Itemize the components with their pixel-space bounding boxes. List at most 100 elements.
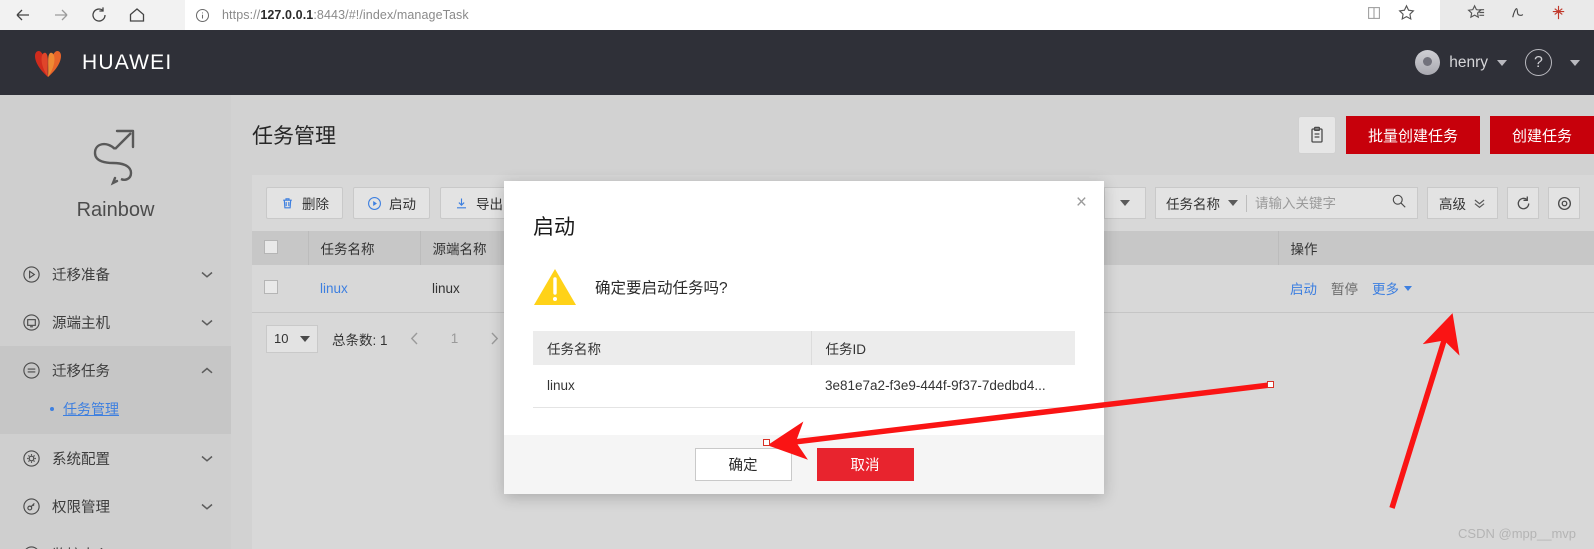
page-size-select[interactable]: 10 xyxy=(266,324,318,353)
create-task-button[interactable]: 创建任务 xyxy=(1489,116,1594,154)
double-chevron-down-icon xyxy=(1474,199,1485,208)
extension-icon[interactable] xyxy=(1549,3,1568,27)
chevron-left-icon xyxy=(410,332,418,345)
advanced-search-button[interactable]: 高级 xyxy=(1427,187,1498,219)
search-divider xyxy=(1246,194,1247,212)
dialog-cell-task-name: linux xyxy=(533,365,811,408)
sidebar-item-label: 迁移准备 xyxy=(52,267,110,284)
pen-icon[interactable] xyxy=(1508,3,1527,27)
chevron-up-icon xyxy=(201,367,213,373)
monitor-circle-icon xyxy=(22,313,41,332)
chevron-down-icon xyxy=(201,503,213,510)
sidebar-item-label: 系统配置 xyxy=(52,451,110,468)
delete-button-label: 删除 xyxy=(302,197,329,212)
export-button-label: 导出 xyxy=(476,197,503,212)
col-operations: 操作 xyxy=(1278,231,1594,265)
select-all-header xyxy=(252,231,309,265)
app-root: https://127.0.0.1:8443/#!/index/manageTa… xyxy=(0,0,1594,549)
search-category-label[interactable]: 任务名称 xyxy=(1166,193,1220,213)
help-chevron-down-icon[interactable] xyxy=(1570,59,1580,66)
brand-logo-group: HUAWEI xyxy=(0,47,172,79)
filter-select[interactable] xyxy=(1104,187,1146,219)
browser-extensions-bar xyxy=(1440,0,1594,30)
sidebar-brand-name: Rainbow xyxy=(76,199,155,221)
sidebar-item-source-host[interactable]: 源端主机 xyxy=(0,298,231,346)
book-icon[interactable] xyxy=(1365,4,1383,27)
user-menu[interactable]: henry xyxy=(1415,50,1507,75)
row-checkbox[interactable] xyxy=(264,279,278,294)
row-pause-action[interactable]: 暂停 xyxy=(1331,278,1358,298)
url-host: 127.0.0.1 xyxy=(260,8,314,22)
task-name-link[interactable]: linux xyxy=(320,281,348,296)
sidebar-item-task-management[interactable]: 任务管理 xyxy=(0,394,231,424)
row-select-cell xyxy=(252,265,308,313)
start-button[interactable]: 启动 xyxy=(353,187,430,219)
refresh-button[interactable] xyxy=(1507,187,1539,219)
caret-down-icon[interactable] xyxy=(1404,285,1412,291)
info-circle-icon[interactable] xyxy=(195,8,210,23)
cell-task-name: linux xyxy=(308,265,420,313)
annotation-handle-start xyxy=(1267,381,1274,388)
settings-button[interactable] xyxy=(1548,187,1580,219)
sidebar-item-permission[interactable]: 权限管理 xyxy=(0,482,231,530)
key-circle-icon xyxy=(22,497,41,516)
magnifier-icon[interactable] xyxy=(1391,193,1407,214)
dialog-footer: 确定 取消 xyxy=(504,435,1104,494)
search-input[interactable] xyxy=(1255,195,1383,211)
delete-button[interactable]: 删除 xyxy=(266,187,343,219)
prev-page-button[interactable] xyxy=(402,325,428,353)
sidebar-item-migration-prep[interactable]: 迁移准备 xyxy=(0,250,231,298)
help-label: ? xyxy=(1534,53,1543,71)
sidebar-item-monitoring[interactable]: 监控中心 xyxy=(0,530,231,549)
brand-name: HUAWEI xyxy=(82,50,173,74)
warning-triangle-icon xyxy=(533,267,577,307)
home-icon[interactable] xyxy=(120,2,154,28)
caret-down-icon xyxy=(1120,200,1130,206)
sidebar-item-label: 源端主机 xyxy=(52,315,110,332)
col-task-name[interactable]: 任务名称 xyxy=(308,231,421,265)
batch-create-task-button[interactable]: 批量创建任务 xyxy=(1345,116,1480,154)
dialog-cell-task-id: 3e81e7a2-f3e9-444f-9f37-7dedbd4... xyxy=(811,365,1075,408)
watermark: CSDN @mpp__mvp xyxy=(1458,526,1576,541)
caret-down-icon xyxy=(300,335,310,342)
caret-down-icon[interactable] xyxy=(1228,200,1238,206)
reload-icon[interactable] xyxy=(82,2,116,28)
confirm-button[interactable]: 确定 xyxy=(694,448,792,481)
dialog-table-header-row: 任务名称 任务ID xyxy=(533,331,1075,365)
star-icon[interactable] xyxy=(1397,3,1416,27)
total-count-label: 总条数: 1 xyxy=(332,332,388,348)
forward-icon[interactable] xyxy=(44,2,78,28)
sidebar-subitem-label: 任务管理 xyxy=(63,401,119,417)
select-all-checkbox[interactable] xyxy=(264,239,278,254)
advanced-label: 高级 xyxy=(1439,197,1466,212)
dialog-task-table: 任务名称 任务ID linux 3e81e7a2-f3e9-444f-9f37-… xyxy=(533,331,1075,408)
url-prefix: https:// xyxy=(222,8,261,22)
avatar-icon xyxy=(1415,50,1441,75)
sidebar-item-label: 迁移任务 xyxy=(52,363,110,380)
sidebar-item-migration-task[interactable]: 迁移任务 xyxy=(0,346,231,394)
address-bar[interactable]: https://127.0.0.1:8443/#!/index/manageTa… xyxy=(185,0,1340,30)
close-icon[interactable]: × xyxy=(1076,193,1087,212)
row-start-action[interactable]: 启动 xyxy=(1290,278,1317,298)
row-more-action[interactable]: 更多 xyxy=(1372,278,1399,298)
sidebar-submenu: 任务管理 xyxy=(0,394,231,434)
star-list-icon[interactable] xyxy=(1466,3,1486,27)
row-operations: 启动 暂停 更多 xyxy=(1290,278,1582,298)
cell-operations: 启动 暂停 更多 xyxy=(1278,265,1594,313)
page-number-button[interactable]: 1 xyxy=(442,325,468,353)
dialog-message-row: 确定要启动任务吗? xyxy=(504,241,1104,307)
header-actions: henry ? xyxy=(1415,49,1594,76)
gear-icon xyxy=(1557,196,1571,210)
dialog-col-task-id: 任务ID xyxy=(811,331,1075,365)
refresh-icon xyxy=(1517,196,1529,209)
cancel-button[interactable]: 取消 xyxy=(816,448,914,481)
page-header: 任务管理 批量创建任务 创建任务 xyxy=(231,95,1594,175)
help-circle-icon[interactable]: ? xyxy=(1525,49,1552,76)
gear-circle-icon xyxy=(22,449,41,468)
back-icon[interactable] xyxy=(6,2,40,28)
task-toolbar-right: 任务名称 高级 xyxy=(1104,187,1580,219)
clipboard-icon[interactable] xyxy=(1297,116,1336,154)
sidebar-item-system-config[interactable]: 系统配置 xyxy=(0,434,231,482)
page-size-value: 10 xyxy=(274,331,289,346)
app-header: HUAWEI henry ? xyxy=(0,30,1594,95)
